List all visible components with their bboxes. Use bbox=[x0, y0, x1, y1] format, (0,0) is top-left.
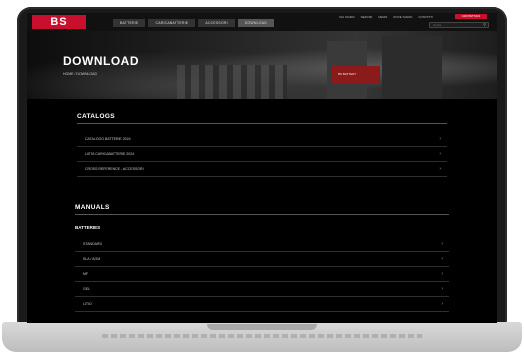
nav-tab-download[interactable]: DOWNLOAD bbox=[237, 19, 274, 27]
catalog-row-label: CATALOGO BATTERIE 2024 bbox=[85, 137, 131, 141]
catalog-row[interactable]: CROSS REFERENCE - ACCESSORI › bbox=[77, 164, 447, 177]
manuals-divider bbox=[75, 214, 449, 215]
hero-background-shape bbox=[177, 65, 287, 99]
laptop-base bbox=[2, 322, 522, 352]
batteries-subtitle: BATTERIES bbox=[75, 225, 101, 230]
search-icon[interactable]: ⚲ bbox=[483, 23, 486, 27]
search-placeholder: Cerca bbox=[433, 23, 442, 27]
manual-row[interactable]: STANDARD › bbox=[75, 239, 449, 252]
manual-row[interactable]: SLA / AGM › bbox=[75, 254, 449, 267]
util-link-services[interactable]: SERVIZI bbox=[361, 15, 373, 19]
chevron-right-icon: › bbox=[441, 271, 443, 277]
search-input[interactable]: Cerca ⚲ bbox=[429, 22, 489, 28]
manual-row[interactable]: GEL › bbox=[75, 284, 449, 297]
laptop-notch bbox=[207, 324, 317, 330]
catalog-section-title: CATALOGS bbox=[77, 113, 115, 120]
manual-row[interactable]: MF › bbox=[75, 269, 449, 282]
hero-crate-label: BS BATTERY bbox=[338, 72, 357, 76]
util-link-where[interactable]: DOVE SIAMO bbox=[393, 15, 412, 19]
chevron-right-icon: › bbox=[441, 286, 443, 292]
chevron-right-icon: › bbox=[441, 256, 443, 262]
catalog-row[interactable]: LISTA CARICABATTERIE 2024 › bbox=[77, 149, 447, 162]
chevron-right-icon: › bbox=[441, 241, 443, 247]
manuals-section-title: MANUALS bbox=[75, 204, 110, 211]
brand-logo[interactable]: BS bbox=[32, 15, 86, 29]
manual-row-label: SLA / AGM bbox=[83, 257, 101, 261]
manual-row[interactable]: LITIO › bbox=[75, 299, 449, 312]
contact-button[interactable]: CONTATTACI bbox=[455, 14, 487, 19]
catalog-row-label: CROSS REFERENCE - ACCESSORI bbox=[85, 167, 144, 171]
manual-row-label: STANDARD bbox=[83, 242, 102, 246]
hero-background-shape bbox=[382, 36, 442, 99]
laptop-screen: BS BATTERIE CARICABATTERIE ACCESSORI DOW… bbox=[27, 13, 497, 323]
page-title: DOWNLOAD bbox=[63, 54, 139, 68]
breadcrumb[interactable]: HOME / DOWNLOAD bbox=[63, 72, 97, 76]
chevron-right-icon: › bbox=[441, 301, 443, 307]
manual-row-label: MF bbox=[83, 272, 89, 276]
chevron-right-icon: › bbox=[439, 136, 441, 142]
nav-tab-accessori[interactable]: ACCESSORI bbox=[198, 19, 235, 27]
catalog-divider bbox=[77, 123, 447, 124]
main-nav: BATTERIE CARICABATTERIE ACCESSORI DOWNLO… bbox=[113, 19, 274, 27]
hero-banner: BS BATTERY DOWNLOAD HOME / DOWNLOAD bbox=[27, 31, 497, 99]
util-link-contacts[interactable]: CONTATTI bbox=[418, 15, 433, 19]
top-navigation-bar: BS BATTERIE CARICABATTERIE ACCESSORI DOW… bbox=[27, 13, 497, 31]
catalog-row[interactable]: CATALOGO BATTERIE 2024 › bbox=[77, 134, 447, 147]
chevron-right-icon: › bbox=[439, 166, 441, 172]
chevron-right-icon: › bbox=[439, 151, 441, 157]
nav-tab-batterie[interactable]: BATTERIE bbox=[113, 19, 146, 27]
catalog-row-label: LISTA CARICABATTERIE 2024 bbox=[85, 152, 135, 156]
laptop-keyboard-edge bbox=[102, 334, 422, 338]
nav-tab-caricabatterie[interactable]: CARICABATTERIE bbox=[148, 19, 196, 27]
util-link-news[interactable]: NEWS bbox=[378, 15, 387, 19]
utility-links: CHI SIAMO SERVIZI NEWS DOVE SIAMO CONTAT… bbox=[339, 15, 433, 19]
util-link-about[interactable]: CHI SIAMO bbox=[339, 15, 355, 19]
manual-row-label: LITIO bbox=[83, 302, 92, 306]
manual-row-label: GEL bbox=[83, 287, 91, 291]
